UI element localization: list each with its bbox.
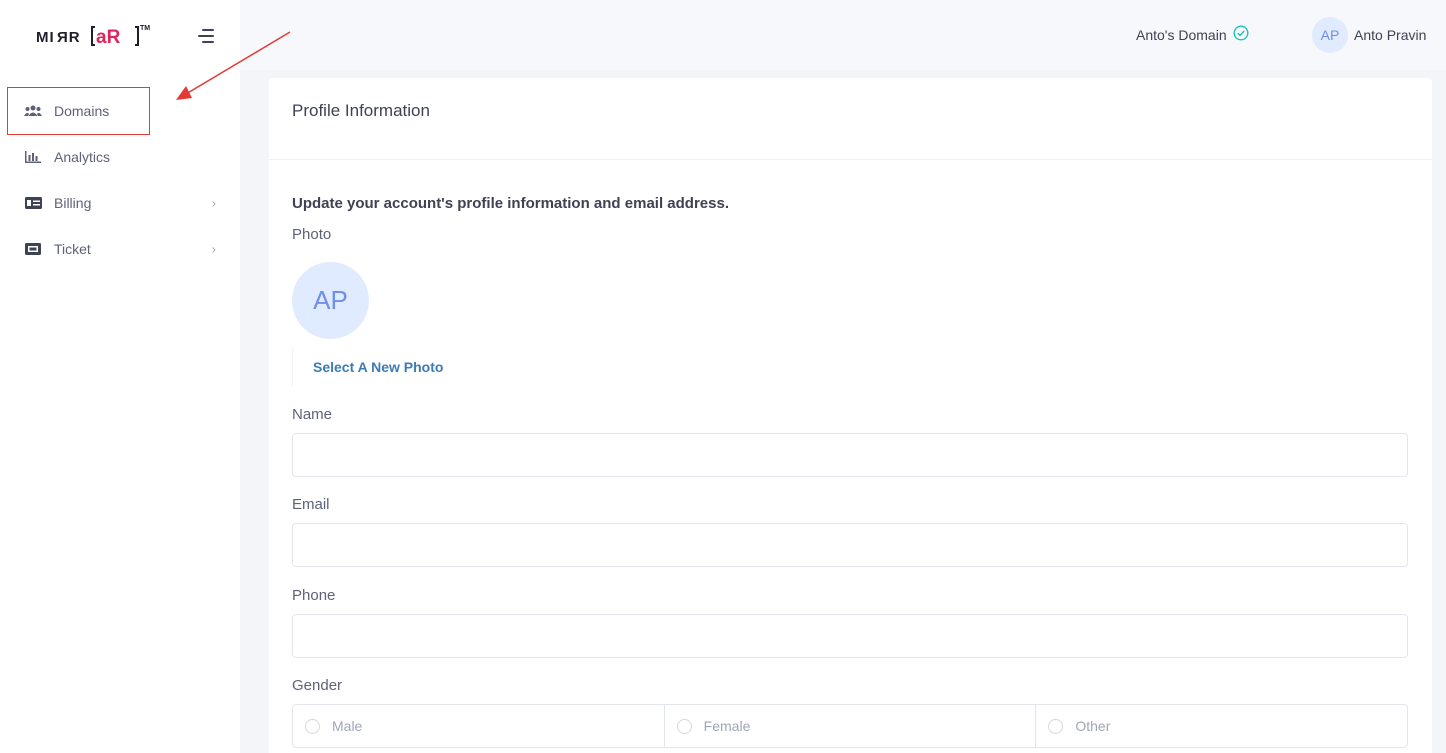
billing-icon: [24, 196, 42, 210]
top-header: Anto's Domain AP Anto Pravin: [240, 0, 1446, 70]
profile-photo-avatar: AP: [292, 262, 369, 339]
photo-label: Photo: [292, 226, 332, 243]
phone-label: Phone: [292, 587, 336, 604]
svg-text:ЯR: ЯR: [57, 29, 81, 46]
ticket-icon: [24, 242, 42, 256]
bar-chart-icon: [24, 150, 42, 164]
card-title: Profile Information: [292, 101, 430, 120]
profile-card: Profile Information Update your account'…: [269, 78, 1432, 753]
name-label: Name: [292, 406, 333, 423]
gender-radio-group: Male Female Other: [292, 704, 1408, 748]
radio-button[interactable]: [676, 718, 692, 734]
sidebar-item-ticket[interactable]: Ticket ›: [0, 226, 240, 272]
sidebar-nav: Domains Analytics Billing › Ticket ›: [0, 87, 240, 272]
mirrar-logo: MI ЯR aR TM: [36, 25, 150, 48]
sidebar-item-analytics[interactable]: Analytics: [0, 134, 240, 180]
svg-text:TM: TM: [140, 25, 150, 32]
sidebar-item-domains[interactable]: Domains: [7, 87, 150, 135]
email-field[interactable]: [292, 523, 1408, 567]
radio-button[interactable]: [305, 718, 320, 734]
brand-logo[interactable]: MI ЯR aR TM: [36, 18, 154, 54]
phone-field[interactable]: [292, 614, 1408, 658]
name-field[interactable]: [292, 433, 1408, 477]
sidebar-item-label: Ticket: [54, 241, 91, 257]
svg-text:aR: aR: [96, 27, 121, 48]
svg-text:MI: MI: [36, 29, 55, 46]
chevron-right-icon: ›: [211, 241, 216, 257]
sidebar-item-label: Analytics: [54, 149, 111, 165]
gender-option-label: Male: [332, 718, 363, 734]
menu-toggle-icon[interactable]: [198, 28, 218, 44]
sidebar-item-label: Billing: [54, 195, 92, 211]
users-icon: [24, 104, 42, 118]
gender-option-label: Other: [1075, 718, 1111, 734]
sidebar: MI ЯR aR TM Domains Analytics Billing › …: [0, 0, 240, 753]
radio-button[interactable]: [1048, 718, 1064, 734]
gender-option-male[interactable]: Male: [293, 705, 665, 747]
sidebar-item-billing[interactable]: Billing ›: [0, 180, 240, 226]
gender-option-label: Female: [703, 718, 751, 734]
domain-selector[interactable]: Anto's Domain: [1136, 25, 1249, 44]
gender-option-other[interactable]: Other: [1036, 705, 1407, 747]
gender-label: Gender: [292, 677, 343, 694]
user-name[interactable]: Anto Pravin: [1354, 27, 1426, 43]
user-avatar[interactable]: AP: [1312, 17, 1348, 53]
verified-check-icon: [1233, 25, 1249, 44]
gender-option-female[interactable]: Female: [665, 705, 1037, 747]
select-new-photo-button[interactable]: Select A New Photo: [292, 348, 462, 386]
domain-name: Anto's Domain: [1136, 26, 1227, 43]
sidebar-item-label: Domains: [54, 103, 110, 119]
profile-description: Update your account's profile informatio…: [292, 195, 729, 212]
card-header: Profile Information: [269, 78, 1432, 160]
chevron-right-icon: ›: [211, 195, 216, 211]
email-label: Email: [292, 496, 330, 513]
